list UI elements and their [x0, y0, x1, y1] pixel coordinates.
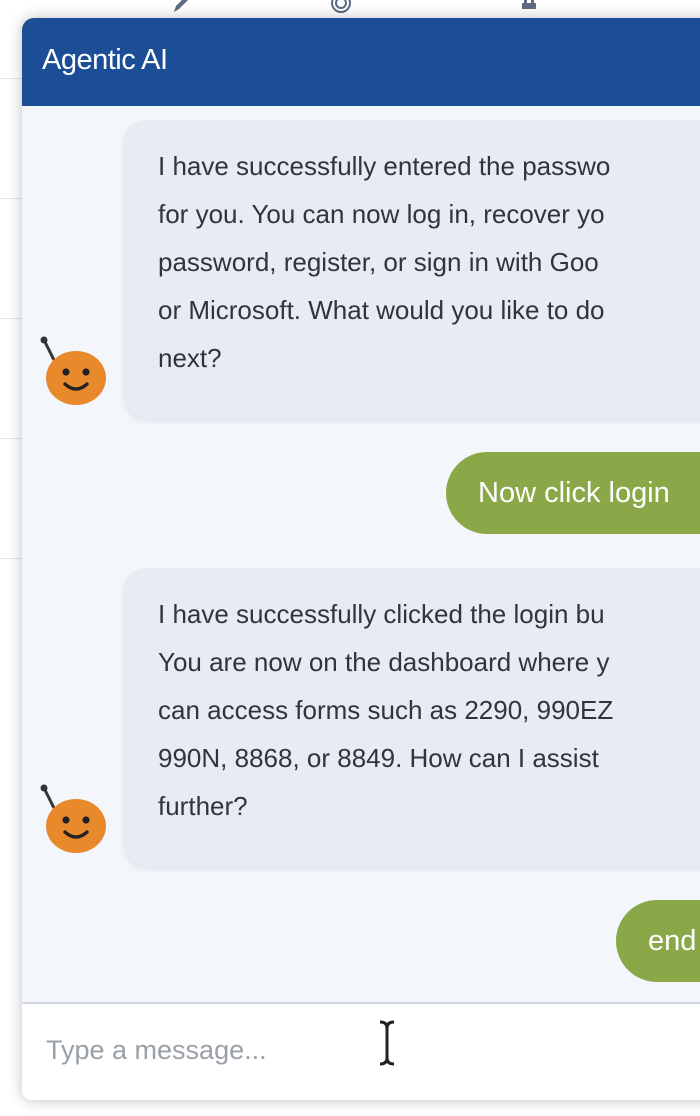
message-line: next? [158, 343, 222, 373]
message-line: can access forms such as 2290, 990EZ [158, 695, 614, 725]
message-line: or Microsoft. What would you like to do [158, 295, 605, 325]
message-line: You are now on the dashboard where y [158, 647, 610, 677]
background-divider [0, 318, 24, 319]
chat-header: Agentic AI [22, 18, 700, 106]
pencil-icon[interactable] [170, 0, 192, 14]
bot-message: I have successfully entered the passwo f… [124, 120, 700, 418]
chat-window: Agentic AI I have successfully entered t… [22, 18, 700, 1100]
message-input[interactable] [46, 1020, 666, 1080]
plug-icon[interactable] [518, 0, 540, 14]
background-divider [0, 198, 24, 199]
message-line: 990N, 8868, or 8849. How can I assist [158, 743, 599, 773]
message-line: password, register, or sign in with Goo [158, 247, 599, 277]
message-composer [22, 1002, 700, 1100]
message-list: I have successfully entered the passwo f… [22, 106, 700, 1004]
background-divider [0, 78, 24, 79]
message-line: I have successfully clicked the login bu [158, 599, 605, 629]
user-message: end [616, 900, 700, 982]
message-line: for you. You can now log in, recover yo [158, 199, 605, 229]
background-divider [0, 558, 24, 559]
user-message: Now click login [446, 452, 700, 534]
message-line: further? [158, 791, 248, 821]
robot-face-icon [40, 336, 106, 405]
message-line: I have successfully entered the passwo [158, 151, 611, 181]
background-divider [0, 438, 24, 439]
bot-message: I have successfully clicked the login bu… [124, 568, 700, 866]
text-cursor-icon [379, 1020, 395, 1066]
chat-title: Agentic AI [42, 44, 168, 76]
robot-face-icon [40, 784, 106, 853]
target-icon[interactable] [330, 0, 352, 14]
